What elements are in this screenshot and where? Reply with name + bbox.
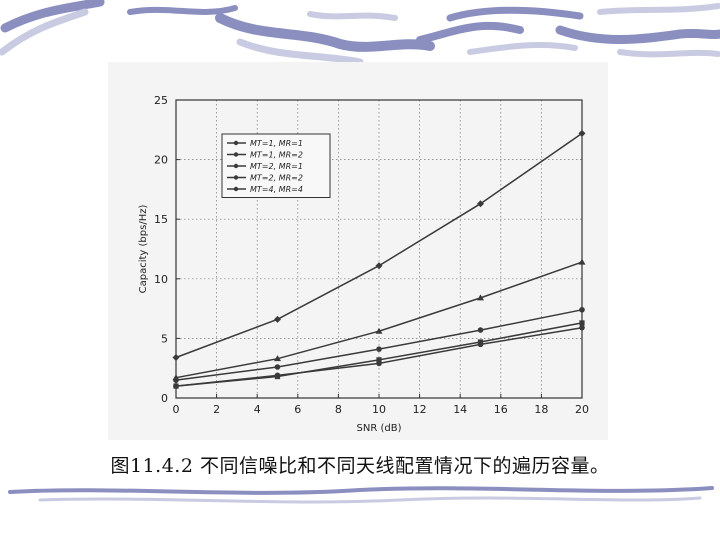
x-tick-label: 18 [534,403,548,416]
legend: MT=1, MR=1 MT=1, MR=2 MT=2, MR=1 MT=2, MR=2… [221,133,331,198]
y-tick-label: 10 [154,273,168,286]
data-point [375,262,383,270]
data-point [376,357,382,363]
data-point [274,315,281,323]
x-tick-label: 0 [173,403,180,416]
data-point [579,324,585,331]
legend-marker [233,152,239,157]
x-tick-label: 8 [335,403,342,416]
data-point [578,258,586,265]
data-point [173,383,179,389]
y-tick-label: 25 [154,94,168,107]
x-tick-label: 4 [254,403,261,416]
axis-ticks: 0 2 4 6 8 10 12 14 16 18 20 0 5 10 15 20 25 [154,94,589,416]
data-point [274,373,281,380]
legend-label: MT=1, MR=1 [250,139,303,148]
y-tick-label: 0 [161,392,168,405]
legend-label: MT=2, MR=2 [250,174,303,183]
data-point [477,339,484,345]
legend-label: MT=2, MR=1 [250,162,303,171]
x-tick-label: 2 [213,403,220,416]
data-point [376,346,382,352]
legend-marker [233,186,239,192]
data-point [579,320,585,326]
x-axis-label: SNR (dB) [357,423,402,434]
figure-caption: 图11.4.2 不同信噪比和不同天线配置情况下的遍历容量。 [110,455,610,477]
x-tick-label: 6 [294,403,301,416]
x-tick-label: 14 [453,403,467,416]
capacity-chart: 0 2 4 6 8 10 12 14 16 18 20 0 5 10 15 20 25 SNR (dB) Cap… [138,94,589,434]
y-tick-label: 20 [154,154,168,167]
y-axis-label: Capacity (bps/Hz) [138,205,149,294]
data-point [172,353,180,361]
y-tick-label: 5 [161,332,168,345]
x-tick-label: 12 [413,403,427,416]
data-point [477,327,484,333]
data-point [274,364,281,370]
legend-marker [233,140,239,146]
legend-label: MT=4, MR=4 [250,185,303,194]
y-tick-label: 15 [154,213,168,226]
x-tick-label: 20 [575,403,589,416]
x-tick-label: 10 [372,403,386,416]
chart-figure: 0 2 4 6 8 10 12 14 16 18 20 0 5 10 15 20 25 SNR (dB) Cap… [108,62,608,440]
legend-marker [233,175,239,180]
x-tick-label: 16 [494,403,508,416]
legend-label: MT=1, MR=2 [250,151,303,160]
data-point [579,306,585,313]
legend-marker [233,163,239,169]
